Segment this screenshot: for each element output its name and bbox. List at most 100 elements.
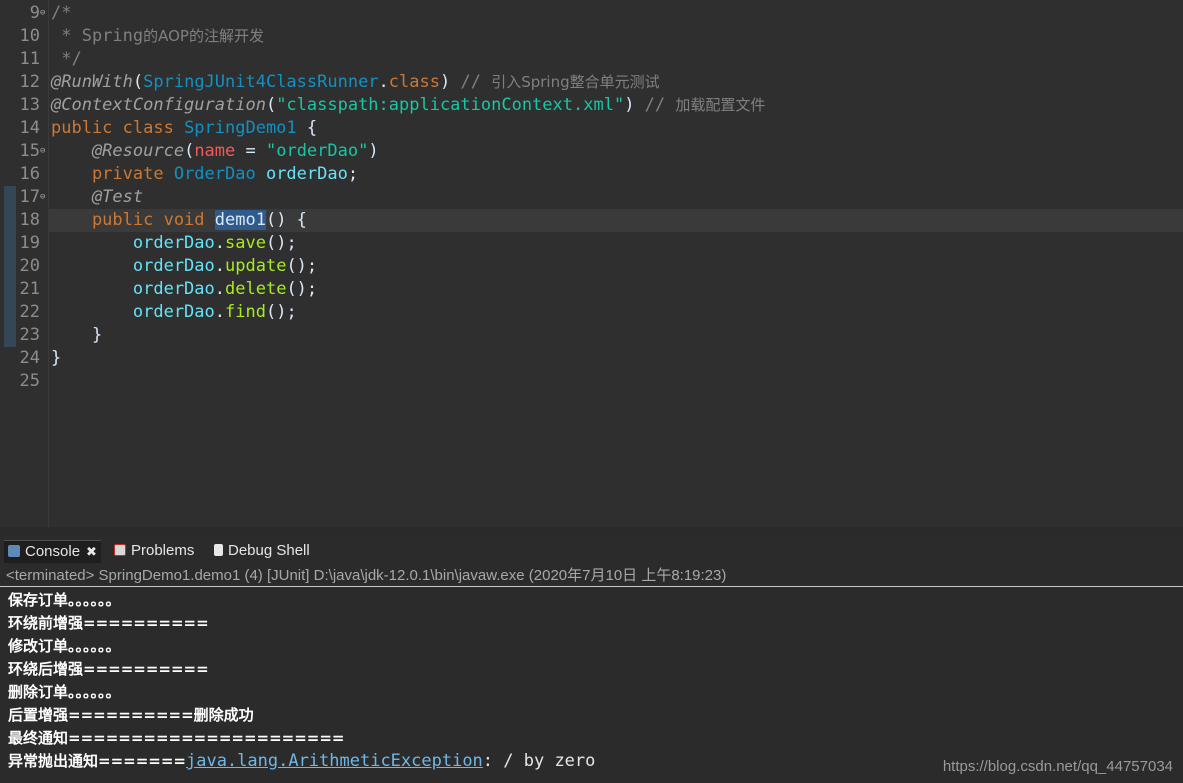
keyword: public void <box>51 210 215 230</box>
close-icon[interactable]: ✖ <box>86 544 97 559</box>
string-literal: "orderDao" <box>265 141 369 161</box>
console-icon <box>8 545 20 557</box>
call-parens: (); <box>265 233 297 253</box>
brace: } <box>51 325 103 345</box>
code-line-11: */ <box>51 48 82 71</box>
dot: . <box>214 233 226 253</box>
tab-label: Problems <box>131 542 195 559</box>
call-parens: (); <box>286 279 318 299</box>
tab-console[interactable]: Console ✖ <box>4 540 101 563</box>
output-line: 最终通知====================== <box>8 729 345 747</box>
line-number: 9 <box>29 3 40 23</box>
code-editor[interactable]: 9 10 11 12 13 14 15 16 17 18 19 20 21 22… <box>0 0 1183 527</box>
code-line-22: orderDao.find(); <box>51 301 297 324</box>
dot: . <box>214 256 226 276</box>
output-line: 保存订单。。。。。。 <box>8 591 121 609</box>
output-line: 后置增强==========删除成功 <box>8 706 254 724</box>
code-line-16: private OrderDao orderDao; <box>51 163 358 186</box>
tab-debug-shell[interactable]: Debug Shell <box>210 540 314 562</box>
line-number: 19 <box>19 233 40 253</box>
fold-toggle-icon[interactable]: ⊖ <box>40 2 48 25</box>
call-parens: (); <box>265 302 297 322</box>
paren: ) <box>439 72 461 92</box>
debug-shell-icon <box>214 544 223 556</box>
comment: /* <box>51 3 72 23</box>
comment-cn: 的AOP的注解开发 <box>143 27 264 45</box>
paren: ( <box>132 72 144 92</box>
field-name: orderDao <box>265 164 348 184</box>
line-number-gutter: 9 10 11 12 13 14 15 16 17 18 19 20 21 22… <box>0 0 49 527</box>
paren: ( <box>184 141 195 161</box>
method-call: find <box>225 302 266 322</box>
output-line: 删除订单。。。。。。 <box>8 683 121 701</box>
line-number: 15 <box>19 141 40 161</box>
code-line-24: } <box>51 347 61 370</box>
selected-method-name[interactable]: demo1 <box>214 210 266 230</box>
comment: * Spring <box>51 26 144 46</box>
panel-sash[interactable] <box>0 527 1183 536</box>
process-status: <terminated> SpringDemo1.demo1 (4) [JUni… <box>0 565 1183 587</box>
fold-toggle-icon[interactable]: ⊖ <box>40 140 48 163</box>
annotation: @Test <box>51 187 144 207</box>
operator: = <box>235 141 266 161</box>
exception-message: : / by zero <box>482 751 596 771</box>
line-number: 12 <box>19 72 40 92</box>
output-line: 环绕后增强========== <box>8 660 209 678</box>
method-signature: () { <box>265 210 307 230</box>
field-name: orderDao <box>51 302 215 322</box>
method-call: delete <box>225 279 287 299</box>
output-line: 修改订单。。。。。。 <box>8 637 121 655</box>
method-call: update <box>225 256 287 276</box>
console-output[interactable]: 保存订单。。。。。。 环绕前增强========== 修改订单。。。。。。 环绕… <box>0 589 1183 783</box>
string-literal: "classpath:applicationContext.xml" <box>276 95 625 115</box>
tab-problems[interactable]: Problems <box>110 540 198 562</box>
code-line-23: } <box>51 324 102 347</box>
type-name: SpringJUnit4ClassRunner <box>143 72 379 92</box>
comment: */ <box>51 49 82 69</box>
keyword: class <box>388 72 440 92</box>
type-name: OrderDao <box>173 164 266 184</box>
comment-cn: 引入Spring整合单元测试 <box>491 73 660 91</box>
comment-cn: 加载配置文件 <box>675 96 766 114</box>
fold-toggle-icon[interactable]: ⊖ <box>40 186 48 209</box>
brace: } <box>51 348 62 368</box>
line-number: 16 <box>19 164 40 184</box>
output-line-exception: 异常抛出通知=======java.lang.ArithmeticExcepti… <box>8 750 595 773</box>
code-line-20: orderDao.update(); <box>51 255 317 278</box>
line-number: 11 <box>19 49 40 69</box>
line-number: 10 <box>19 26 40 46</box>
dot: . <box>378 72 389 92</box>
comment: // <box>644 95 676 115</box>
code-line-12: @RunWith(SpringJUnit4ClassRunner.class) … <box>51 71 660 94</box>
tab-label: Debug Shell <box>228 542 310 559</box>
field-name: orderDao <box>51 233 215 253</box>
paren: ) <box>368 141 379 161</box>
field-name: orderDao <box>51 256 215 276</box>
tab-label: Console <box>25 543 81 560</box>
line-number: 25 <box>19 371 40 391</box>
line-number: 24 <box>19 348 40 368</box>
watermark: https://blog.csdn.net/qq_44757034 <box>942 758 1173 775</box>
annotation: @Resource <box>51 141 185 161</box>
line-number: 18 <box>19 210 40 230</box>
code-line-9: /* <box>51 2 71 25</box>
output-prefix: 异常抛出通知======= <box>8 752 186 770</box>
code-line-21: orderDao.delete(); <box>51 278 317 301</box>
type-name: SpringDemo1 <box>184 118 297 138</box>
paren: ) <box>624 95 645 115</box>
console-tab-bar: Console ✖ Problems Debug Shell <box>0 536 1183 564</box>
line-number: 14 <box>19 118 40 138</box>
exception-link[interactable]: java.lang.ArithmeticException <box>186 751 483 771</box>
keyword: public class <box>51 118 185 138</box>
code-line-13: @ContextConfiguration("classpath:applica… <box>51 94 765 117</box>
keyword: private <box>51 164 174 184</box>
console-panel: Console ✖ Problems Debug Shell <terminate… <box>0 536 1183 783</box>
line-number: 21 <box>19 279 40 299</box>
annotation: @ContextConfiguration <box>51 95 266 115</box>
line-number: 23 <box>19 325 40 345</box>
method-call: save <box>225 233 266 253</box>
code-line-18: public void demo1() { <box>51 209 307 232</box>
semicolon: ; <box>347 164 359 184</box>
call-parens: (); <box>286 256 318 276</box>
dot: . <box>214 302 226 322</box>
